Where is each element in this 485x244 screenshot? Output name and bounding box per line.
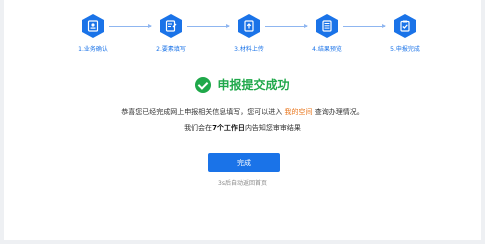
message-text: 恭喜您已经完成网上申报相关信息填写，您可以进入: [121, 108, 283, 116]
step-1-label: 1.业务确认: [78, 46, 108, 53]
result-message-line-1: 恭喜您已经完成网上申报相关信息填写，您可以进入 我的空间 查询办理情况。: [4, 107, 481, 117]
step-5-label: 5.申报完成: [390, 46, 420, 53]
message-text: 我们会在: [184, 124, 213, 132]
result-message-line-2: 我们会在7个工作日内告知您审审结果: [4, 123, 481, 133]
step-4-label: 4.结果预览: [312, 46, 342, 53]
result-title: 申报提交成功: [217, 78, 290, 92]
redirect-countdown: 3s后自动返回首页: [218, 180, 267, 187]
check-clipboard-icon: [394, 14, 416, 38]
id-card-icon: [82, 14, 104, 38]
step-1: 1.业务确认: [53, 14, 133, 53]
step-2-label: 2.要素填写: [156, 46, 186, 53]
document-preview-icon: [316, 14, 338, 38]
business-days-text: 7个工作日: [212, 124, 245, 132]
message-text: 内告知您审审结果: [244, 124, 301, 132]
result-header: 申报提交成功: [4, 76, 481, 93]
step-2: 2.要素填写: [131, 14, 211, 53]
done-button[interactable]: 完成: [208, 153, 280, 172]
step-3-label: 3.材料上传: [234, 46, 264, 53]
form-edit-icon: [160, 14, 182, 38]
file-upload-icon: [238, 14, 260, 38]
step-3: 3.材料上传: [209, 14, 289, 53]
success-check-icon: [195, 76, 212, 93]
step-5: 5.申报完成: [365, 14, 445, 53]
step-4: 4.结果预览: [287, 14, 367, 53]
my-space-link[interactable]: 我的空间: [285, 108, 313, 116]
content-card: 1.业务确认 2.要素填写 3.材料上传 4.结果预览 5.申报完成 申报提交成…: [4, 0, 481, 240]
message-text: 查询办理情况。: [314, 108, 364, 116]
